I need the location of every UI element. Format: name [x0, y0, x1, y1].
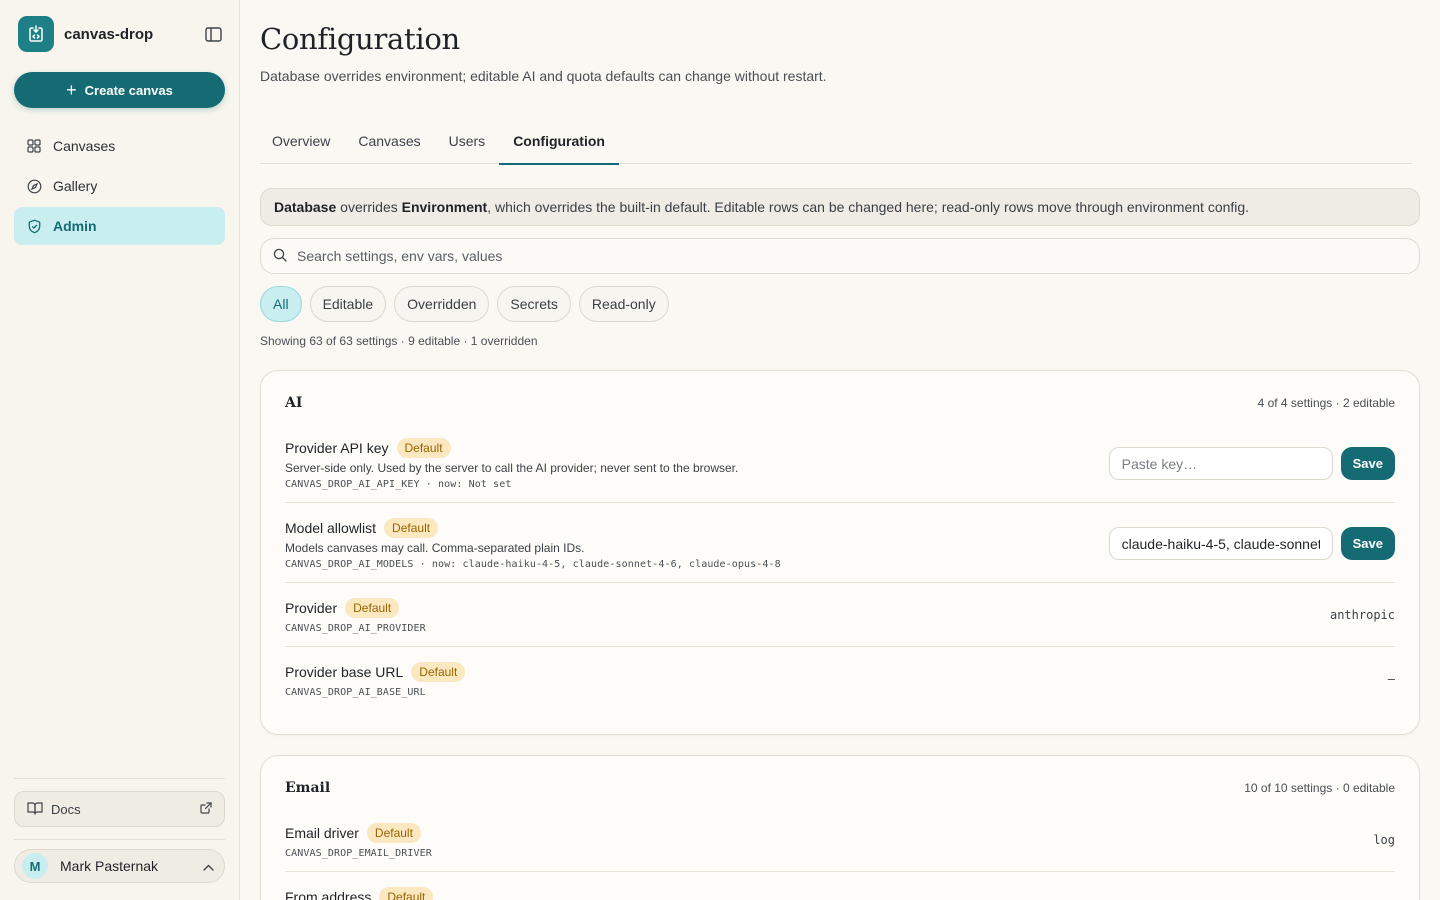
setting-row-provider-api-key: Provider API key Default Server-side onl…: [285, 437, 1395, 503]
page-title: Configuration: [260, 22, 460, 56]
results-summary: Showing 63 of 63 settings · 9 editable ·…: [260, 334, 538, 348]
section-count: 10 of 10 settings · 0 editable: [1244, 781, 1395, 795]
sidebar-item-gallery[interactable]: Gallery: [14, 167, 225, 205]
setting-name: From address Default: [285, 886, 1395, 900]
status-badge: Default: [411, 662, 466, 682]
section-title: AI: [285, 395, 303, 411]
shield-icon: [26, 218, 42, 234]
setting-row-email-driver: Email driver Default CANVAS_DROP_EMAIL_D…: [285, 822, 1395, 872]
chevron-up-icon: [203, 858, 214, 874]
setting-label: Model allowlist: [285, 520, 377, 536]
book-icon: [27, 801, 43, 818]
settings-rows: Provider API key Default Server-side onl…: [285, 437, 1395, 711]
setting-name: Email driver Default: [285, 822, 1395, 844]
brand: canvas-drop: [18, 16, 224, 52]
divider: [14, 778, 225, 779]
setting-row-model-allowlist: Model allowlist Default Models canvases …: [285, 503, 1395, 583]
notice-strong-environment: Environment: [401, 199, 488, 215]
notice-strong-database: Database: [274, 199, 337, 215]
setting-row-provider: Provider Default CANVAS_DROP_AI_PROVIDER…: [285, 583, 1395, 647]
setting-env-var: CANVAS_DROP_AI_MODELS · now: claude-haik…: [285, 559, 781, 570]
status-badge: Default: [379, 887, 434, 900]
setting-label: Provider base URL: [285, 664, 404, 680]
setting-name: Provider Default: [285, 597, 1395, 619]
filter-all[interactable]: All: [260, 286, 302, 322]
notice-text: , which overrides the built-in default. …: [487, 199, 1250, 215]
tab-users[interactable]: Users: [435, 118, 500, 164]
compass-icon: [26, 178, 42, 194]
main-content: Configuration Database overrides environ…: [240, 0, 1440, 900]
setting-label: Provider API key: [285, 440, 389, 456]
external-link-icon: [200, 801, 212, 817]
save-button[interactable]: Save: [1340, 527, 1395, 560]
create-canvas-label: Create canvas: [84, 82, 173, 98]
sidebar-toggle-icon[interactable]: [202, 23, 224, 45]
status-badge: Default: [384, 518, 439, 538]
sidebar-item-label: Admin: [53, 218, 97, 234]
notice-text: overrides: [336, 199, 402, 215]
setting-env-var: CANVAS_DROP_AI_BASE_URL: [285, 687, 426, 698]
setting-label: Provider: [285, 600, 338, 616]
filter-overridden[interactable]: Overridden: [394, 286, 490, 322]
divider: [14, 839, 225, 840]
filter-chips: All Editable Overridden Secrets Read-onl…: [260, 286, 677, 322]
setting-value: anthropic: [1329, 608, 1395, 622]
section-title: Email: [285, 780, 331, 796]
search-icon: [273, 248, 287, 265]
setting-label: Email driver: [285, 825, 359, 841]
section-count: 4 of 4 settings · 2 editable: [1257, 396, 1395, 410]
setting-value: —: [1387, 672, 1395, 686]
tab-canvases[interactable]: Canvases: [344, 118, 434, 164]
tab-overview[interactable]: Overview: [260, 118, 344, 164]
status-badge: Default: [366, 823, 421, 843]
setting-row-provider-base-url: Provider base URL Default CANVAS_DROP_AI…: [285, 647, 1395, 711]
grid-icon: [26, 138, 42, 154]
plus-icon: +: [66, 80, 77, 100]
user-menu-button[interactable]: M Mark Pasternak: [14, 849, 225, 883]
setting-value: log: [1373, 833, 1395, 847]
page-subtitle: Database overrides environment; editable…: [260, 68, 827, 84]
save-button[interactable]: Save: [1340, 447, 1395, 480]
setting-env-var: CANVAS_DROP_AI_PROVIDER: [285, 623, 426, 634]
setting-controls: Save: [1108, 527, 1395, 560]
setting-label: From address: [285, 889, 372, 900]
setting-env-var: CANVAS_DROP_AI_API_KEY · now: Not set: [285, 479, 512, 490]
search-input[interactable]: [297, 248, 1407, 264]
status-badge: Default: [345, 598, 400, 618]
tab-configuration[interactable]: Configuration: [499, 118, 619, 165]
api-key-input[interactable]: [1108, 447, 1333, 480]
docs-label: Docs: [51, 801, 81, 817]
settings-rows: Email driver Default CANVAS_DROP_EMAIL_D…: [285, 822, 1395, 900]
model-allowlist-input[interactable]: [1108, 527, 1333, 560]
filter-read-only[interactable]: Read-only: [578, 286, 669, 322]
settings-section-ai: AI 4 of 4 settings · 2 editable Provider…: [260, 370, 1420, 735]
sidebar-item-canvases[interactable]: Canvases: [14, 127, 225, 165]
app-name: canvas-drop: [64, 25, 154, 43]
create-canvas-button[interactable]: + Create canvas: [14, 72, 225, 108]
status-badge: Default: [396, 438, 451, 458]
setting-controls: Save: [1108, 447, 1395, 480]
setting-name: Provider base URL Default: [285, 661, 1395, 683]
section-header: AI 4 of 4 settings · 2 editable: [285, 395, 1395, 411]
sidebar-item-label: Gallery: [53, 178, 98, 194]
user-name: Mark Pasternak: [60, 858, 159, 874]
avatar: M: [22, 853, 48, 879]
setting-env-var: CANVAS_DROP_EMAIL_DRIVER: [285, 848, 432, 859]
docs-button[interactable]: Docs: [14, 791, 225, 827]
settings-section-email: Email 10 of 10 settings · 0 editable Ema…: [260, 755, 1420, 900]
filter-secrets[interactable]: Secrets: [497, 286, 571, 322]
search-box: [260, 238, 1420, 274]
precedence-notice: Database overrides Environment, which ov…: [260, 188, 1420, 226]
sidebar-nav: Canvases Gallery Admin: [14, 127, 225, 247]
setting-row-from-address: From address Default: [285, 872, 1395, 900]
tab-bar: Overview Canvases Users Configuration: [260, 118, 1412, 165]
section-header: Email 10 of 10 settings · 0 editable: [285, 780, 1395, 796]
filter-editable[interactable]: Editable: [309, 286, 387, 322]
sidebar: canvas-drop + Create canvas Canvases Gal…: [0, 0, 240, 900]
sidebar-item-label: Canvases: [53, 138, 116, 154]
sidebar-item-admin[interactable]: Admin: [14, 207, 225, 245]
app-logo-icon[interactable]: [18, 16, 54, 52]
